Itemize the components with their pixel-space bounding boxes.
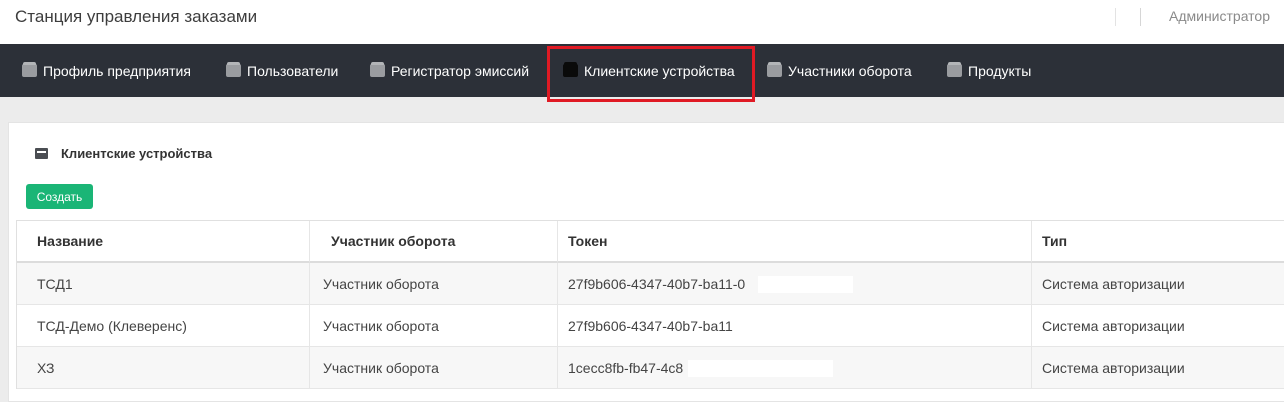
column-header-token[interactable]: Токен <box>558 221 1032 263</box>
cell-name: ТСД1 <box>17 263 310 305</box>
card-icon <box>35 148 48 159</box>
cell-token: 1cecc8fb-fb47-4c8 <box>558 347 1032 389</box>
token-text: 27f9b606-4347-40b7-ba11-0 <box>568 275 746 292</box>
table-row[interactable]: ТСД1 Участник оборота 27f9b606-4347-40b7… <box>17 263 1284 305</box>
top-bar: Станция управления заказами Администрато… <box>0 0 1284 44</box>
token-text: 1cecc8fb-fb47-4c8 <box>568 359 684 376</box>
nav-item-participants[interactable]: Участники оборота <box>767 44 912 97</box>
nav-item-label: Участники оборота <box>788 62 912 79</box>
cell-participant: Участник оборота <box>310 263 558 305</box>
cell-name: ХЗ <box>17 347 310 389</box>
cell-type: Система авторизации <box>1032 347 1284 389</box>
nav-item-company-profile[interactable]: Профиль предприятия <box>22 44 191 97</box>
nav-item-label: Пользователи <box>247 62 339 79</box>
folder-icon <box>22 62 37 77</box>
cell-participant: Участник оборота <box>310 305 558 347</box>
nav-item-users[interactable]: Пользователи <box>226 44 338 97</box>
table-header-row: Название Участник оборота Токен Тип <box>17 221 1284 263</box>
token-text: 27f9b606-4347-40b7-ba11 <box>568 317 733 334</box>
panel-title: Клиентские устройства <box>61 146 213 161</box>
header-divider <box>1115 8 1116 26</box>
nav-item-emission-registrar[interactable]: Регистратор эмиссий <box>370 44 529 97</box>
folder-icon <box>226 62 241 77</box>
redaction-mask <box>743 318 853 335</box>
user-menu[interactable]: Администратор <box>1169 8 1270 24</box>
panel-heading: Клиентские устройства <box>35 146 212 161</box>
cell-type: Система авторизации <box>1032 305 1284 347</box>
folder-icon <box>947 62 962 77</box>
column-header-name[interactable]: Название <box>17 221 310 263</box>
nav-item-label: Продукты <box>968 62 1032 79</box>
cell-name: ТСД-Демо (Клеверенс) <box>17 305 310 347</box>
nav-item-label: Профиль предприятия <box>43 62 191 79</box>
redaction-mask <box>688 360 833 377</box>
folder-icon <box>767 62 782 77</box>
cell-token: 27f9b606-4347-40b7-ba11-0 <box>558 263 1032 305</box>
column-header-participant[interactable]: Участник оборота <box>310 221 558 263</box>
folder-icon <box>370 62 385 77</box>
cell-participant: Участник оборота <box>310 347 558 389</box>
table-row[interactable]: ТСД-Демо (Клеверенс) Участник оборота 27… <box>17 305 1284 347</box>
create-button[interactable]: Создать <box>26 184 93 209</box>
app-title: Станция управления заказами <box>15 7 258 26</box>
column-header-type[interactable]: Тип <box>1032 221 1284 263</box>
redaction-mask <box>758 276 853 293</box>
highlight-annotation <box>547 46 755 102</box>
cell-token: 27f9b606-4347-40b7-ba11 <box>558 305 1032 347</box>
header-divider <box>1140 8 1141 26</box>
cell-type: Система авторизации <box>1032 263 1284 305</box>
devices-table: Название Участник оборота Токен Тип ТСД1… <box>16 220 1284 389</box>
table-row[interactable]: ХЗ Участник оборота 1cecc8fb-fb47-4c8 Си… <box>17 347 1284 389</box>
nav-item-products[interactable]: Продукты <box>947 44 1031 97</box>
nav-item-label: Регистратор эмиссий <box>391 62 530 79</box>
